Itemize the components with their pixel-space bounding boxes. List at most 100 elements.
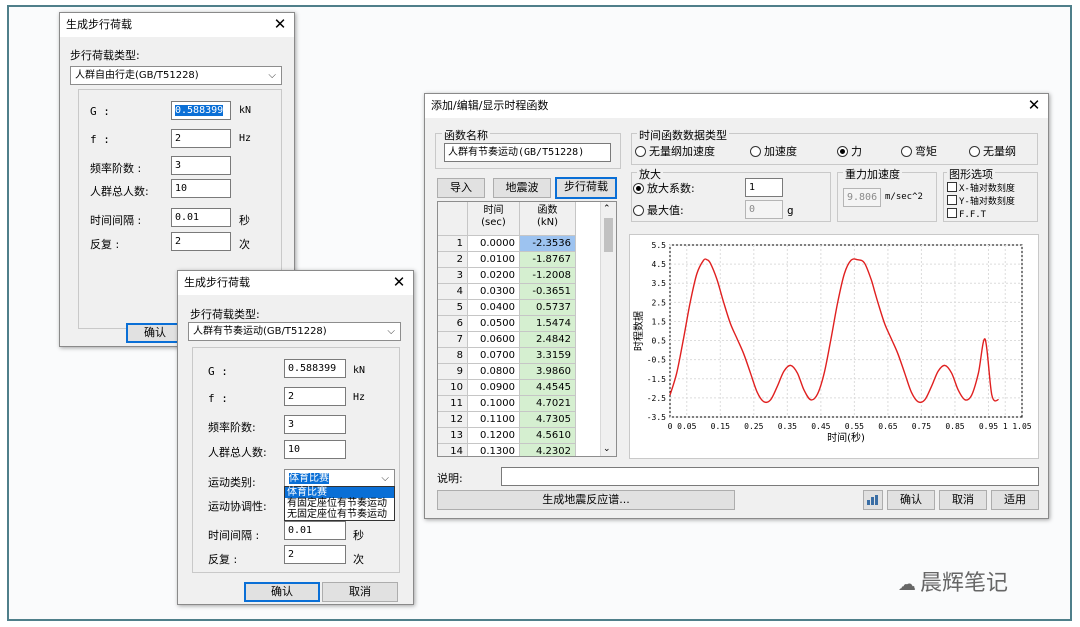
row-index: 7 <box>438 332 468 348</box>
dialog1-f-unit: Hz <box>239 133 252 144</box>
dialog2-repeat-field[interactable]: 2 <box>284 545 346 564</box>
main-apply-button[interactable]: 适用 <box>991 490 1039 510</box>
table-row[interactable]: 5 0.0400 0.5737 <box>438 300 602 316</box>
walk-load-button[interactable]: 步行荷载 <box>555 177 617 199</box>
max-value-radio[interactable]: 最大值: <box>633 204 684 218</box>
dialog2-people-label: 人群总人数: <box>208 446 267 459</box>
table-row[interactable]: 10 0.0900 4.4545 <box>438 380 602 396</box>
row-value[interactable]: 1.5474 <box>520 316 576 332</box>
row-time[interactable]: 0.0300 <box>468 284 520 300</box>
row-time[interactable]: 0.0100 <box>468 252 520 268</box>
table-row[interactable]: 7 0.0600 2.4842 <box>438 332 602 348</box>
close-icon[interactable]: ✕ <box>391 271 407 295</box>
row-time[interactable]: 0.0600 <box>468 332 520 348</box>
row-value[interactable]: 4.7305 <box>520 412 576 428</box>
dialog1-ok-button[interactable]: 确认 <box>126 323 184 343</box>
row-time[interactable]: 0.0000 <box>468 236 520 252</box>
row-value[interactable]: 4.7021 <box>520 396 576 412</box>
data-type-radio[interactable]: 力 <box>837 145 862 159</box>
main-ok-button[interactable]: 确认 <box>887 490 935 510</box>
gravity-field[interactable]: 9.806 <box>843 188 881 207</box>
row-value[interactable]: -1.8767 <box>520 252 576 268</box>
close-icon[interactable]: ✕ <box>1026 94 1042 118</box>
row-value[interactable]: 3.9860 <box>520 364 576 380</box>
time-function-table[interactable]: 时间 (sec) 函数 (kN) 1 0.0000 -2.3536 2 0.0100 -1… <box>437 201 617 457</box>
dialog2-g-field[interactable]: 0.588399 <box>284 359 346 378</box>
dialog2-cancel-button[interactable]: 取消 <box>322 582 398 602</box>
table-row[interactable]: 6 0.0500 1.5474 <box>438 316 602 332</box>
x-log-checkbox[interactable]: X-轴对数刻度 <box>947 182 1015 196</box>
table-row[interactable]: 8 0.0700 3.3159 <box>438 348 602 364</box>
table-row[interactable]: 9 0.0800 3.9860 <box>438 364 602 380</box>
generate-spectrum-button[interactable]: 生成地震反应谱... <box>437 490 735 510</box>
func-name-field[interactable]: 人群有节奏运动(GB/T51228) <box>444 143 611 162</box>
scale-factor-field[interactable]: 1 <box>745 178 783 197</box>
column-header-func[interactable]: 函数 (kN) <box>520 202 576 236</box>
table-row[interactable]: 2 0.0100 -1.8767 <box>438 252 602 268</box>
import-button[interactable]: 导入 <box>437 178 485 198</box>
table-row[interactable]: 13 0.1200 4.5610 <box>438 428 602 444</box>
scrollbar-thumb[interactable] <box>604 218 613 252</box>
dialog1-f-field[interactable]: 2 <box>171 129 231 148</box>
dialog1-type-select[interactable]: 人群自由行走(GB/T51228) ⌵ <box>70 66 282 85</box>
chevron-up-icon[interactable]: ⌃ <box>603 204 611 214</box>
motion-option[interactable]: 体育比赛 <box>285 487 394 498</box>
dialog2-coord-label: 运动协调性: <box>208 500 267 513</box>
scale-factor-radio[interactable]: 放大系数: <box>633 182 695 196</box>
motion-option[interactable]: 无固定座位有节奏运动 <box>285 509 394 520</box>
table-row[interactable]: 1 0.0000 -2.3536 <box>438 236 602 252</box>
row-value[interactable]: -0.3651 <box>520 284 576 300</box>
row-value[interactable]: -1.2008 <box>520 268 576 284</box>
dialog2-ok-button[interactable]: 确认 <box>244 582 320 602</box>
row-time[interactable]: 0.0500 <box>468 316 520 332</box>
description-field[interactable] <box>501 467 1039 486</box>
row-time[interactable]: 0.1100 <box>468 412 520 428</box>
dialog2-people-field[interactable]: 10 <box>284 440 346 459</box>
data-type-radio[interactable]: 无量纲加速度 <box>635 145 715 159</box>
table-row[interactable]: 12 0.1100 4.7305 <box>438 412 602 428</box>
table-row[interactable]: 11 0.1000 4.7021 <box>438 396 602 412</box>
dialog2-type-select[interactable]: 人群有节奏运动(GB/T51228) ⌵ <box>188 322 401 341</box>
fft-checkbox[interactable]: F.F.T <box>947 208 986 222</box>
main-cancel-button[interactable]: 取消 <box>939 490 987 510</box>
dialog2-interval-field[interactable]: 0.01 <box>284 521 346 540</box>
table-row[interactable]: 14 0.1300 4.2302 <box>438 444 602 456</box>
row-time[interactable]: 0.0800 <box>468 364 520 380</box>
dialog1-repeat-field[interactable]: 2 <box>171 232 231 251</box>
row-value[interactable]: 4.4545 <box>520 380 576 396</box>
row-value[interactable]: 0.5737 <box>520 300 576 316</box>
row-time[interactable]: 0.0700 <box>468 348 520 364</box>
row-value[interactable]: 2.4842 <box>520 332 576 348</box>
chevron-down-icon[interactable]: ⌄ <box>603 444 611 454</box>
dialog2-order-field[interactable]: 3 <box>284 415 346 434</box>
quake-wave-button[interactable]: 地震波 <box>493 178 551 198</box>
column-header-time[interactable]: 时间 (sec) <box>468 202 520 236</box>
max-value-field[interactable]: 0 <box>745 200 783 219</box>
row-time[interactable]: 0.1300 <box>468 444 520 456</box>
row-time[interactable]: 0.0200 <box>468 268 520 284</box>
row-time[interactable]: 0.1000 <box>468 396 520 412</box>
chart-icon[interactable] <box>863 490 883 510</box>
close-icon[interactable]: ✕ <box>272 13 288 37</box>
row-time[interactable]: 0.0900 <box>468 380 520 396</box>
row-time[interactable]: 0.0400 <box>468 300 520 316</box>
dialog1-people-field[interactable]: 10 <box>171 179 231 198</box>
data-type-radio[interactable]: 弯矩 <box>901 145 937 159</box>
table-scrollbar[interactable]: ⌃ ⌄ <box>600 202 616 456</box>
radio-on-icon <box>633 183 644 194</box>
dialog1-order-field[interactable]: 3 <box>171 156 231 175</box>
row-value[interactable]: -2.3536 <box>520 236 576 252</box>
table-row[interactable]: 3 0.0200 -1.2008 <box>438 268 602 284</box>
data-type-radio[interactable]: 无量纲 <box>969 145 1016 159</box>
row-value[interactable]: 3.3159 <box>520 348 576 364</box>
data-type-radio[interactable]: 加速度 <box>750 145 797 159</box>
motion-option[interactable]: 有固定座位有节奏运动 <box>285 498 394 509</box>
dialog2-f-field[interactable]: 2 <box>284 387 346 406</box>
table-row[interactable]: 4 0.0300 -0.3651 <box>438 284 602 300</box>
row-value[interactable]: 4.2302 <box>520 444 576 456</box>
dialog1-g-field[interactable]: 0.588399 <box>171 101 231 120</box>
row-time[interactable]: 0.1200 <box>468 428 520 444</box>
dialog1-interval-field[interactable]: 0.01 <box>171 208 231 227</box>
y-log-checkbox[interactable]: Y-轴对数刻度 <box>947 195 1015 209</box>
row-value[interactable]: 4.5610 <box>520 428 576 444</box>
